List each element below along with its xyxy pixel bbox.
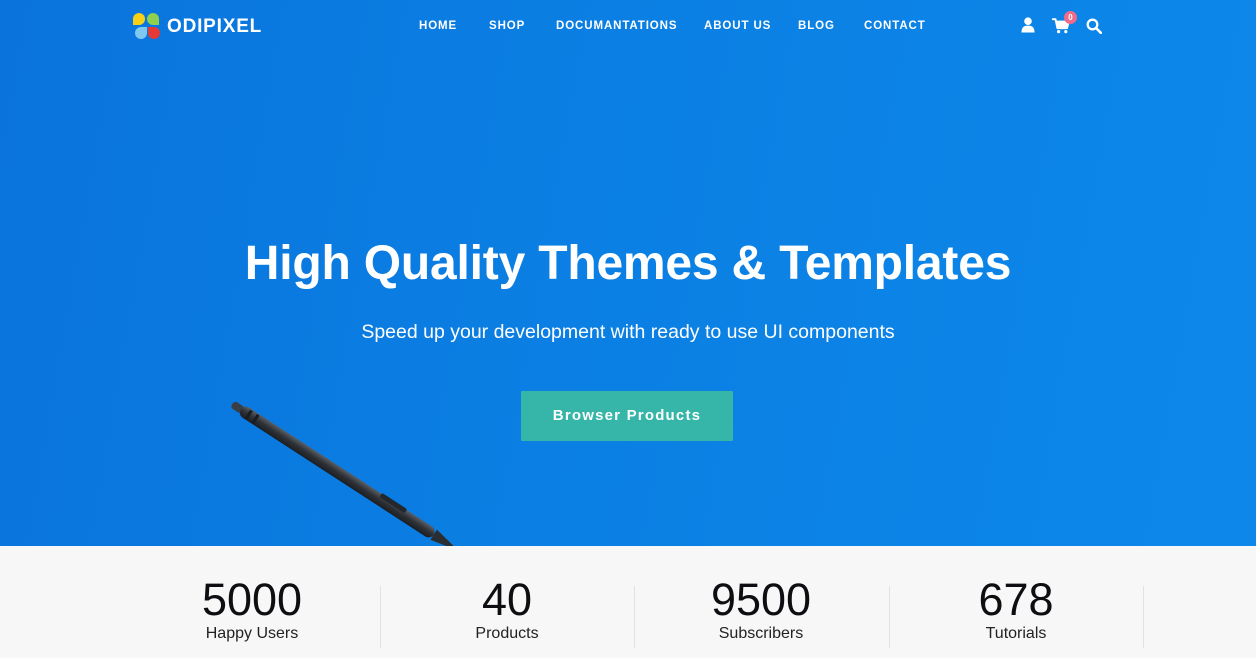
stat-value: 9500	[710, 574, 812, 625]
stats-section: 5000 Happy Users 40 Products 9500 Subscr…	[0, 546, 1256, 658]
user-icon[interactable]	[1021, 17, 1035, 33]
nav-item-documentations[interactable]: DOCUMANTATIONS	[556, 20, 677, 32]
stat-value: 678	[978, 574, 1054, 625]
hero-section: ODIPIXEL HOME SHOP DOCUMANTATIONS ABOUT …	[0, 0, 1256, 546]
cart-count-badge: 0	[1064, 11, 1077, 24]
nav-item-shop[interactable]: SHOP	[489, 20, 525, 32]
stat-label: Products	[475, 625, 539, 642]
stat-label: Happy Users	[205, 625, 299, 642]
stat-tutorials: 678 Tutorials	[889, 546, 1143, 658]
hero-title: High Quality Themes & Templates	[244, 237, 1012, 290]
stat-subscribers: 9500 Subscribers	[634, 546, 888, 658]
search-icon[interactable]	[1086, 18, 1102, 34]
nav-item-blog[interactable]: BLOG	[798, 20, 835, 32]
stat-products: 40 Products	[380, 546, 634, 658]
stat-happy-users: 5000 Happy Users	[125, 546, 379, 658]
nav-item-home[interactable]: HOME	[419, 20, 457, 32]
hero-subtitle: Speed up your development with ready to …	[361, 321, 895, 343]
browse-products-button[interactable]: Browser Products	[521, 391, 733, 441]
stat-value: 40	[481, 574, 533, 625]
stat-value: 5000	[201, 574, 303, 625]
stylus-pen-image	[231, 401, 459, 546]
nav-item-contact[interactable]: CONTACT	[864, 20, 926, 32]
stat-divider	[1143, 586, 1144, 648]
stat-label: Subscribers	[718, 625, 804, 642]
nav-item-about-us[interactable]: ABOUT US	[704, 20, 771, 32]
stat-label: Tutorials	[985, 625, 1047, 642]
